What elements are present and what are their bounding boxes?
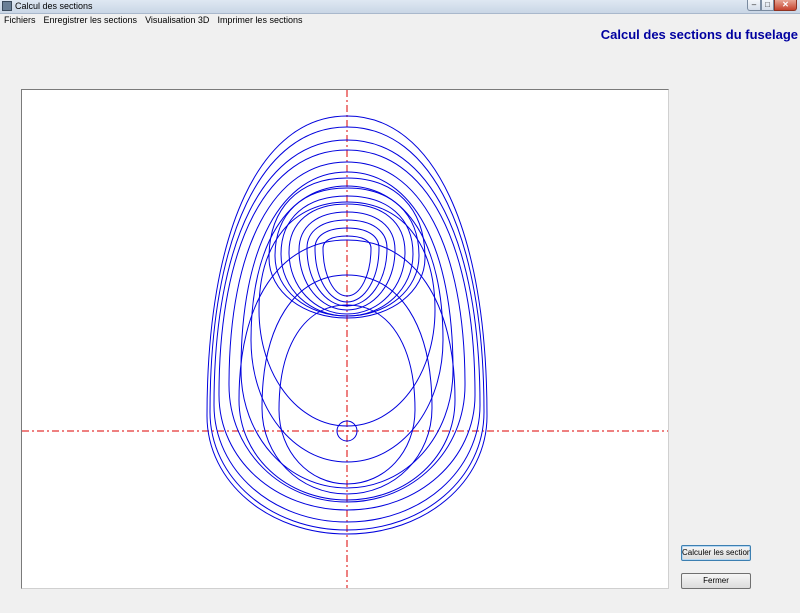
window-controls: – □ ✕	[747, 0, 797, 12]
window-title: Calcul des sections	[15, 1, 93, 11]
menu-bar: Fichiers Enregistrer les sections Visual…	[0, 14, 800, 26]
menu-imprimer-sections[interactable]: Imprimer les sections	[213, 14, 306, 26]
maximize-button[interactable]: □	[761, 0, 774, 11]
sections-drawing	[22, 90, 668, 588]
section-curve-17	[306, 219, 388, 307]
app-icon[interactable]	[2, 1, 12, 11]
calculate-sections-button[interactable]: Calculer les sections	[681, 545, 751, 561]
menu-fichiers[interactable]: Fichiers	[0, 14, 40, 26]
menu-visualisation-3d[interactable]: Visualisation 3D	[141, 14, 213, 26]
page-title: Calcul des sections du fuselage	[600, 27, 798, 42]
section-drawing-canvas[interactable]	[21, 89, 669, 589]
close-window-button[interactable]: ✕	[774, 0, 797, 11]
title-bar: Calcul des sections – □ ✕	[0, 0, 800, 14]
minimize-button[interactable]: –	[747, 0, 761, 11]
menu-enregistrer-sections[interactable]: Enregistrer les sections	[40, 14, 142, 26]
close-button[interactable]: Fermer	[681, 573, 751, 589]
